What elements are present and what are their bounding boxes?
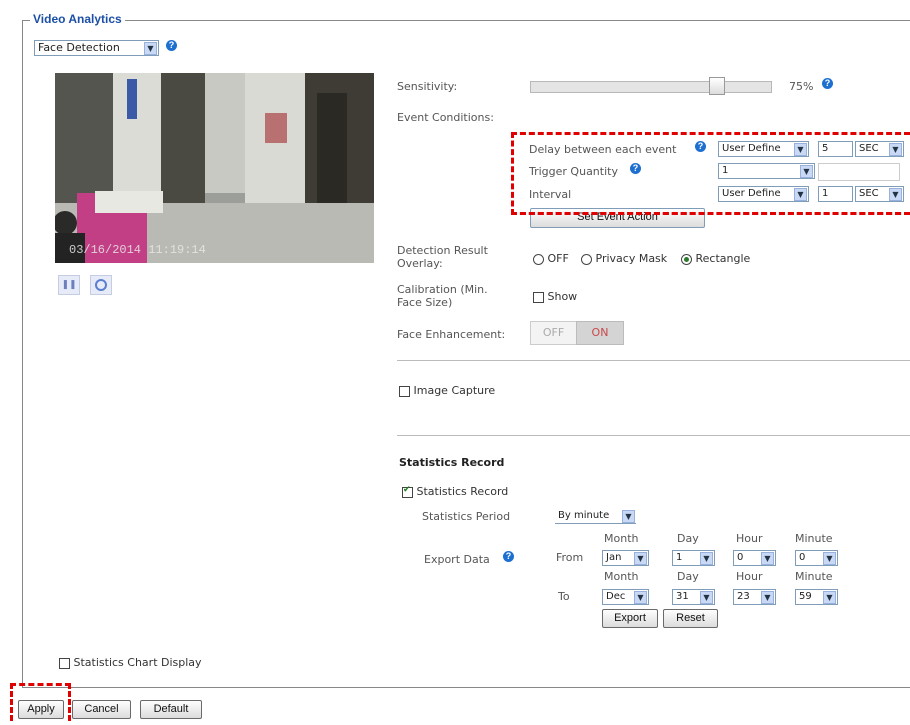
- highlight-event-conditions: [511, 132, 910, 215]
- image-capture-label: Image Capture: [413, 384, 496, 397]
- chevron-down-icon: ▼: [823, 591, 836, 604]
- face-enhancement-label: Face Enhancement:: [397, 328, 506, 341]
- chevron-down-icon: ▼: [761, 591, 774, 604]
- zoom-icon: [95, 279, 107, 291]
- header-hour-1: Hour: [736, 532, 763, 545]
- from-minute-value: 0: [799, 552, 806, 563]
- sensitivity-slider-handle[interactable]: [709, 77, 725, 95]
- overlay-privacy-label: Privacy Mask: [595, 252, 668, 265]
- header-day-1: Day: [677, 532, 699, 545]
- overlay-option-rectangle[interactable]: Rectangle: [681, 252, 750, 265]
- default-button[interactable]: Default: [140, 700, 202, 719]
- radio-off[interactable]: [533, 253, 544, 265]
- from-hour-select[interactable]: 0 ▼: [733, 550, 776, 566]
- from-minute-select[interactable]: 0 ▼: [795, 550, 838, 566]
- to-day-value: 31: [676, 591, 689, 602]
- overlay-rectangle-label: Rectangle: [695, 252, 751, 265]
- statistics-period-value: By minute: [558, 510, 610, 521]
- chevron-down-icon: ▼: [700, 591, 713, 604]
- to-day-select[interactable]: 31 ▼: [672, 589, 715, 605]
- camera-scene: [55, 73, 374, 263]
- to-minute-value: 59: [799, 591, 812, 602]
- from-month-value: Jan: [606, 552, 622, 563]
- chevron-down-icon: ▼: [622, 510, 635, 523]
- calibration-show-checkbox[interactable]: [533, 291, 544, 303]
- to-minute-select[interactable]: 59 ▼: [795, 589, 838, 605]
- pause-button[interactable]: ❚❚: [58, 275, 80, 295]
- statistics-record-label: Statistics Record: [416, 485, 509, 498]
- chevron-down-icon: ▼: [700, 552, 713, 565]
- sensitivity-slider-track[interactable]: [530, 81, 772, 93]
- calibration-show-option[interactable]: Show: [533, 290, 577, 303]
- analytics-type-select[interactable]: Face Detection ▼: [34, 40, 159, 56]
- overlay-label-line1: Detection Result: [397, 244, 488, 257]
- overlay-option-privacy[interactable]: Privacy Mask: [581, 252, 667, 265]
- chevron-down-icon: ▼: [823, 552, 836, 565]
- chevron-down-icon: ▼: [144, 42, 157, 55]
- zoom-button[interactable]: [90, 275, 112, 295]
- from-day-select[interactable]: 1 ▼: [672, 550, 715, 566]
- header-day-2: Day: [677, 570, 699, 583]
- cancel-button[interactable]: Cancel: [72, 700, 131, 719]
- from-day-value: 1: [676, 552, 683, 563]
- face-enhancement-off-button[interactable]: OFF: [530, 321, 577, 345]
- radio-privacy[interactable]: [581, 253, 592, 265]
- image-capture-option[interactable]: Image Capture: [399, 384, 495, 397]
- to-hour-value: 23: [737, 591, 750, 602]
- from-hour-value: 0: [737, 552, 744, 563]
- from-label: From: [556, 551, 584, 564]
- header-hour-2: Hour: [736, 570, 763, 583]
- statistics-record-checkbox[interactable]: [402, 485, 413, 498]
- statistics-chart-option[interactable]: Statistics Chart Display: [59, 656, 202, 669]
- to-month-value: Dec: [606, 591, 626, 602]
- divider-2: [397, 435, 910, 436]
- chevron-down-icon: ▼: [634, 552, 647, 565]
- sensitivity-value: 75%: [789, 80, 814, 93]
- header-minute-1: Minute: [795, 532, 833, 545]
- calibration-label-line1: Calibration (Min.: [397, 283, 488, 296]
- chevron-down-icon: ▼: [761, 552, 774, 565]
- video-preview: 03/16/2014 11:19:14: [55, 73, 374, 263]
- face-enhancement-on-button[interactable]: ON: [576, 321, 624, 345]
- to-label: To: [558, 590, 570, 603]
- divider-1: [397, 360, 910, 361]
- video-timestamp: 03/16/2014 11:19:14: [69, 243, 206, 257]
- header-month-2: Month: [604, 570, 639, 583]
- pause-icon: ❚❚: [61, 280, 77, 290]
- statistics-period-label: Statistics Period: [422, 510, 511, 523]
- radio-rectangle[interactable]: [681, 253, 692, 265]
- reset-button[interactable]: Reset: [663, 609, 718, 628]
- sensitivity-help-icon[interactable]: ?: [822, 78, 833, 89]
- chevron-down-icon: ▼: [634, 591, 647, 604]
- statistics-period-select[interactable]: By minute ▼: [555, 509, 636, 524]
- header-minute-2: Minute: [795, 570, 833, 583]
- statistics-chart-label: Statistics Chart Display: [73, 656, 202, 669]
- statistics-chart-checkbox[interactable]: [59, 657, 70, 669]
- statistics-record-option[interactable]: Statistics Record: [402, 485, 508, 498]
- sensitivity-label: Sensitivity:: [397, 80, 458, 93]
- overlay-option-off[interactable]: OFF: [533, 252, 569, 265]
- highlight-apply: [10, 683, 71, 721]
- image-capture-checkbox[interactable]: [399, 385, 410, 397]
- export-data-label: Export Data: [424, 553, 490, 566]
- calibration-show-label: Show: [547, 290, 578, 303]
- analytics-type-value: Face Detection: [38, 41, 120, 54]
- statistics-heading: Statistics Record: [399, 456, 505, 469]
- help-icon[interactable]: ?: [166, 40, 177, 51]
- calibration-label-line2: Face Size): [397, 296, 453, 309]
- header-month-1: Month: [604, 532, 639, 545]
- from-month-select[interactable]: Jan ▼: [602, 550, 649, 566]
- export-button[interactable]: Export: [602, 609, 658, 628]
- overlay-off-label: OFF: [547, 252, 569, 265]
- highlight-bottom-line: [511, 209, 910, 215]
- to-month-select[interactable]: Dec ▼: [602, 589, 649, 605]
- overlay-label-line2: Overlay:: [397, 257, 443, 270]
- event-conditions-label: Event Conditions:: [397, 111, 494, 124]
- section-title: Video Analytics: [30, 12, 125, 26]
- export-help-icon[interactable]: ?: [503, 551, 514, 562]
- to-hour-select[interactable]: 23 ▼: [733, 589, 776, 605]
